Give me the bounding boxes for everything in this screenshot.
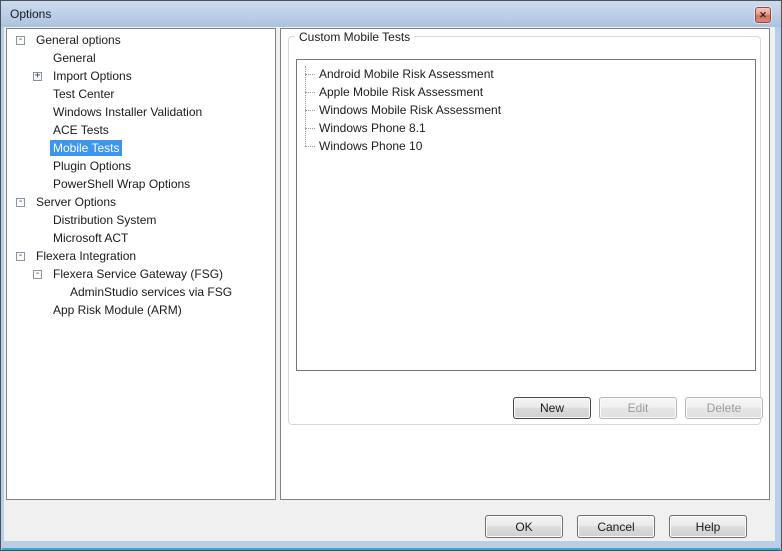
tree-item-label: Flexera Integration [33, 248, 139, 264]
tree-expand-icon[interactable]: + [33, 72, 42, 81]
tree-item-import-options[interactable]: + Import Options [7, 67, 275, 85]
tree-item-windows-installer-validation[interactable]: Windows Installer Validation [7, 103, 275, 121]
tree-item-adminstudio-services-via-fsg[interactable]: AdminStudio services via FSG [7, 283, 275, 301]
tree-item-label: General [50, 50, 99, 66]
tree-item-test-center[interactable]: Test Center [7, 85, 275, 103]
tree-collapse-icon[interactable]: - [16, 36, 25, 45]
tree-collapse-icon[interactable]: - [16, 252, 25, 261]
tree-item-label: General options [33, 32, 124, 48]
tree-item-microsoft-act[interactable]: Microsoft ACT [7, 229, 275, 247]
tree-item-flexera-integration[interactable]: - Flexera Integration [7, 247, 275, 265]
bottom-edge-accent [2, 548, 780, 550]
options-tree-panel[interactable]: - General options General + Import Optio… [6, 28, 276, 500]
tree-item-plugin-options[interactable]: Plugin Options [7, 157, 275, 175]
tree-item-general[interactable]: General [7, 49, 275, 67]
list-item[interactable]: Windows Phone 8.1 [297, 119, 755, 137]
list-item[interactable]: Apple Mobile Risk Assessment [297, 83, 755, 101]
tree-item-label: ACE Tests [50, 122, 112, 138]
list-item-label: Windows Phone 10 [319, 139, 422, 153]
tree-item-label: Distribution System [50, 212, 159, 228]
tree-item-label: Import Options [50, 68, 135, 84]
tree-item-general-options[interactable]: - General options [7, 31, 275, 49]
tree-collapse-icon[interactable]: - [33, 270, 42, 279]
new-button[interactable]: New [513, 397, 591, 419]
tree-item-label: PowerShell Wrap Options [50, 176, 193, 192]
tree-item-label: Test Center [50, 86, 117, 102]
options-dialog: Options ✕ - General options General + Im… [0, 0, 782, 551]
tree-item-label: Microsoft ACT [50, 230, 131, 246]
tree-item-label: Plugin Options [50, 158, 134, 174]
dialog-body: - General options General + Import Optio… [4, 27, 775, 541]
tree-item-server-options[interactable]: - Server Options [7, 193, 275, 211]
tree-collapse-icon[interactable]: - [16, 198, 25, 207]
list-item[interactable]: Android Mobile Risk Assessment [297, 65, 755, 83]
group-title: Custom Mobile Tests [295, 30, 414, 44]
list-item-label: Android Mobile Risk Assessment [319, 67, 494, 81]
ok-button[interactable]: OK [485, 515, 563, 538]
tree-item-label: Windows Installer Validation [50, 104, 205, 120]
list-item[interactable]: Windows Mobile Risk Assessment [297, 101, 755, 119]
tree-item-label: Flexera Service Gateway (FSG) [50, 266, 226, 282]
tree-item-mobile-tests[interactable]: Mobile Tests [7, 139, 275, 157]
window-title: Options [10, 1, 51, 27]
tree-item-label: AdminStudio services via FSG [67, 284, 235, 300]
close-icon: ✕ [759, 10, 767, 21]
cancel-button[interactable]: Cancel [577, 515, 655, 538]
tree-item-app-risk-module[interactable]: App Risk Module (ARM) [7, 301, 275, 319]
list-item-label: Apple Mobile Risk Assessment [319, 85, 483, 99]
list-item-label: Windows Phone 8.1 [319, 121, 426, 135]
mobile-tests-list[interactable]: Android Mobile Risk Assessment Apple Mob… [296, 59, 756, 371]
tree-item-label: App Risk Module (ARM) [50, 302, 185, 318]
tree-item-distribution-system[interactable]: Distribution System [7, 211, 275, 229]
close-button[interactable]: ✕ [755, 7, 771, 23]
help-button[interactable]: Help [669, 515, 747, 538]
edit-button[interactable]: Edit [599, 397, 677, 419]
settings-panel: Custom Mobile Tests Android Mobile Risk … [280, 28, 770, 500]
tree-item-powershell-wrap-options[interactable]: PowerShell Wrap Options [7, 175, 275, 193]
tree-item-ace-tests[interactable]: ACE Tests [7, 121, 275, 139]
list-item-label: Windows Mobile Risk Assessment [319, 103, 501, 117]
tree-item-label: Server Options [33, 194, 119, 210]
title-bar[interactable]: Options ✕ [1, 1, 781, 27]
delete-button[interactable]: Delete [685, 397, 763, 419]
tree-item-flexera-service-gateway[interactable]: - Flexera Service Gateway (FSG) [7, 265, 275, 283]
tree-item-label-selected: Mobile Tests [50, 140, 122, 156]
custom-mobile-tests-group: Custom Mobile Tests Android Mobile Risk … [288, 36, 761, 425]
list-item[interactable]: Windows Phone 10 [297, 137, 755, 155]
